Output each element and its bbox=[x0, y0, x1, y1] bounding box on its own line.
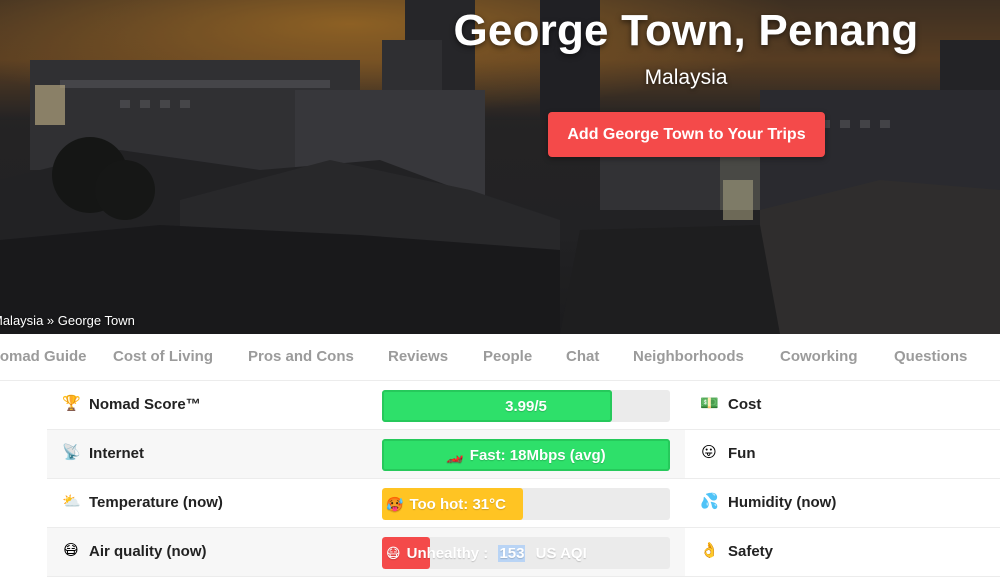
money-icon: 💵 bbox=[700, 395, 719, 412]
score-cell-safety[interactable]: 👌 Safety bbox=[685, 528, 1000, 576]
add-to-trips-button[interactable]: Add George Town to Your Trips bbox=[548, 112, 825, 157]
race-car-icon: 🏎️ bbox=[446, 446, 464, 463]
bar-value: Too hot: 31°C bbox=[409, 495, 506, 513]
score-cell-humidity[interactable]: 💦 Humidity (now) bbox=[685, 479, 1000, 527]
bar-value-suffix: US AQI bbox=[531, 544, 587, 562]
nomad-score-bar: 3.99/5 bbox=[382, 390, 670, 422]
score-label: Air quality (now) bbox=[89, 543, 207, 560]
air-quality-bar: 😷 Unhealthy : 153 US AQI bbox=[382, 537, 670, 569]
country-subtitle: Malaysia bbox=[644, 66, 728, 89]
mask-face-icon: 😷 bbox=[386, 544, 401, 561]
bar-value: Fast: 18Mbps (avg) bbox=[469, 446, 606, 464]
internet-speed-bar: 🏎️ Fast: 18Mbps (avg) bbox=[382, 439, 670, 471]
score-label: Cost bbox=[728, 396, 762, 413]
tab-pros-and-cons[interactable]: Pros and Cons bbox=[248, 348, 354, 365]
score-row-nomad-score[interactable]: 🏆 Nomad Score™ 3.99/5 💵 Cost bbox=[47, 381, 1000, 430]
score-cell-cost[interactable]: 💵 Cost bbox=[685, 381, 1000, 429]
tab-questions[interactable]: Questions bbox=[894, 348, 967, 365]
score-label: Internet bbox=[89, 445, 145, 462]
tab-reviews[interactable]: Reviews bbox=[388, 348, 448, 365]
score-label: Fun bbox=[728, 445, 756, 462]
score-label: Nomad Score™ bbox=[89, 396, 201, 413]
tab-people[interactable]: People bbox=[483, 348, 532, 365]
hot-face-icon: 🥵 bbox=[386, 495, 404, 512]
score-label: Safety bbox=[728, 543, 774, 560]
droplets-icon: 💦 bbox=[700, 493, 719, 510]
tab-coworking[interactable]: Coworking bbox=[780, 348, 858, 365]
satellite-icon: 📡 bbox=[62, 444, 81, 461]
score-label: Humidity (now) bbox=[728, 494, 837, 511]
score-row-internet[interactable]: 📡 Internet 🏎️ Fast: 18Mbps (avg) 😛 Fun bbox=[47, 430, 1000, 479]
score-row-air-quality[interactable]: 😷 Air quality (now) 😷 Unhealthy : 153 US… bbox=[47, 528, 1000, 577]
tab-cost-of-living[interactable]: Cost of Living bbox=[113, 348, 213, 365]
score-label: Temperature (now) bbox=[89, 494, 223, 511]
bar-value: 3.99/5 bbox=[505, 397, 547, 415]
score-cell-fun[interactable]: 😛 Fun bbox=[685, 430, 1000, 478]
fun-face-icon: 😛 bbox=[701, 444, 717, 461]
bar-value-prefix: Unhealthy : bbox=[406, 544, 493, 562]
tab-nomad-guide[interactable]: Nomad Guide bbox=[0, 348, 87, 365]
temperature-bar: 🥵 Too hot: 31°C bbox=[382, 488, 670, 520]
partly-cloudy-icon: ⛅ bbox=[62, 493, 81, 510]
city-tab-bar: Nomad Guide Cost of Living Pros and Cons… bbox=[0, 334, 1000, 381]
ok-hand-icon: 👌 bbox=[700, 542, 719, 559]
city-scores-table: 🏆 Nomad Score™ 3.99/5 💵 Cost 📡 Internet … bbox=[47, 381, 1000, 577]
mask-icon: 😷 bbox=[63, 542, 79, 559]
tab-neighborhoods[interactable]: Neighborhoods bbox=[633, 348, 744, 365]
city-hero: George Town, Penang Malaysia Add George … bbox=[0, 0, 1000, 334]
trophy-icon: 🏆 bbox=[62, 395, 81, 412]
tab-chat[interactable]: Chat bbox=[566, 348, 599, 365]
aqi-number: 153 bbox=[498, 544, 526, 562]
page-title: George Town, Penang bbox=[453, 6, 919, 55]
score-row-temperature[interactable]: ⛅ Temperature (now) 🥵 Too hot: 31°C 💦 Hu… bbox=[47, 479, 1000, 528]
breadcrumb[interactable]: Malaysia » George Town bbox=[0, 313, 135, 328]
